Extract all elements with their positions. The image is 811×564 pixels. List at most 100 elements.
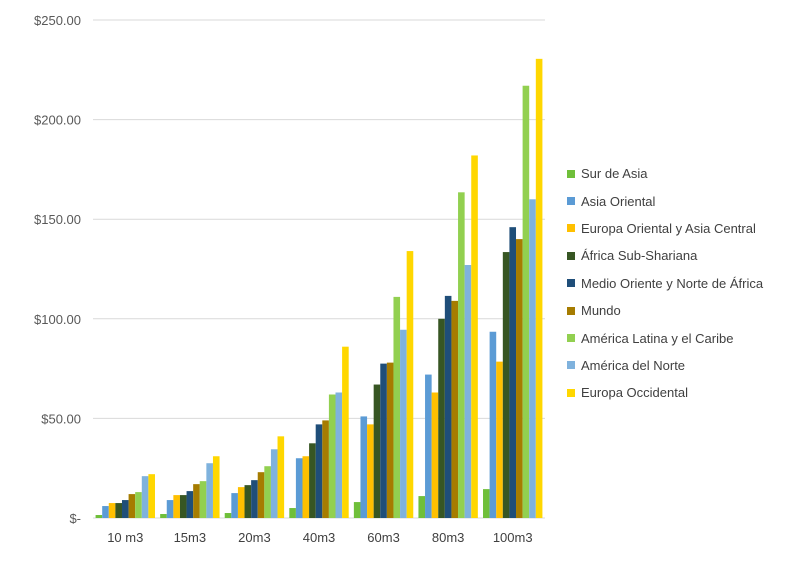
bar xyxy=(166,500,174,518)
y-tick-label: $100.00 xyxy=(34,312,81,327)
y-tick-label: $50.00 xyxy=(41,411,81,426)
bar xyxy=(489,331,497,518)
bar xyxy=(135,492,142,518)
bar xyxy=(393,296,401,518)
bar xyxy=(244,485,252,518)
bar xyxy=(360,416,368,518)
bar xyxy=(464,265,472,518)
legend-item: Asia Oriental xyxy=(567,187,807,214)
bar xyxy=(406,251,414,518)
legend-item: África Sub-Shariana xyxy=(567,242,807,269)
bar xyxy=(199,481,207,518)
bar xyxy=(335,392,343,518)
bar xyxy=(451,300,459,518)
legend-swatch xyxy=(567,334,575,343)
legend-item: Mundo xyxy=(567,297,807,324)
bar xyxy=(431,392,439,518)
bar xyxy=(206,463,213,518)
legend-swatch xyxy=(567,197,575,206)
x-category-label: 40m3 xyxy=(303,530,336,545)
bar xyxy=(522,85,530,519)
bar xyxy=(367,424,374,518)
x-category-label: 20m3 xyxy=(238,530,271,545)
bar xyxy=(179,495,187,518)
legend-item: Medio Oriente y Norte de África xyxy=(567,270,807,297)
x-category-label: 80m3 xyxy=(432,530,465,545)
legend-label: África Sub-Shariana xyxy=(581,248,698,264)
legend-label: Asia Oriental xyxy=(581,193,656,209)
bar xyxy=(193,484,200,518)
bar xyxy=(483,489,490,518)
bar xyxy=(121,500,129,518)
legend-swatch xyxy=(567,306,575,315)
legend-label: Mundo xyxy=(581,303,621,319)
x-category-label: 15m3 xyxy=(174,530,207,545)
bar xyxy=(438,318,445,518)
legend-label: Medio Oriente y Norte de África xyxy=(581,275,764,291)
y-tick-label: $200.00 xyxy=(34,113,81,128)
bar xyxy=(309,443,316,518)
y-tick-label: $250.00 xyxy=(34,13,81,28)
bar xyxy=(444,295,452,518)
bar xyxy=(295,458,303,518)
bar xyxy=(95,515,103,518)
bar xyxy=(257,472,265,518)
bar xyxy=(315,424,323,518)
bar xyxy=(380,363,387,518)
legend-swatch xyxy=(567,388,575,397)
bar xyxy=(386,362,394,518)
legend-item: Sur de Asia xyxy=(567,160,807,187)
legend-swatch xyxy=(567,361,575,370)
bar xyxy=(516,239,523,518)
x-axis-labels: 10 m3 15m3 20m3 40m3 60m3 80m3 100m3 xyxy=(107,530,532,545)
bar xyxy=(186,491,194,518)
bar xyxy=(342,346,349,518)
bar xyxy=(160,514,167,518)
legend-item: América Latina y el Caribe xyxy=(567,324,807,351)
legend-label: Europa Occidental xyxy=(581,385,688,401)
bar xyxy=(502,252,510,518)
bar xyxy=(529,199,536,518)
bar xyxy=(496,361,503,518)
legend-item: Europa Oriental y Asia Central xyxy=(567,215,807,242)
legend-item: América del Norte xyxy=(567,352,807,379)
bar xyxy=(237,487,245,518)
x-category-label: 100m3 xyxy=(493,530,533,545)
bar xyxy=(373,384,381,518)
bar xyxy=(224,513,232,518)
bar xyxy=(302,456,310,518)
legend-swatch xyxy=(567,279,575,288)
bar xyxy=(509,227,517,518)
legend-item: Europa Occidental xyxy=(567,379,807,406)
bar xyxy=(115,503,122,518)
bar xyxy=(128,494,136,518)
legend-swatch xyxy=(567,251,575,260)
bar xyxy=(270,449,278,518)
y-tick-label: $150.00 xyxy=(34,212,81,227)
legend-label: Europa Oriental y Asia Central xyxy=(581,220,756,236)
y-axis-ticks: $- $50.00 $100.00 $150.00 $200.00 $250.00 xyxy=(34,13,81,526)
legend-label: Sur de Asia xyxy=(581,166,648,182)
bar xyxy=(322,420,329,518)
bar xyxy=(231,493,238,518)
bar xyxy=(251,480,258,518)
bar xyxy=(418,496,426,518)
legend: Sur de Asia Asia Oriental Europa Oriental … xyxy=(567,160,807,407)
bar xyxy=(471,155,478,518)
bar xyxy=(535,58,543,519)
x-category-label: 60m3 xyxy=(367,530,400,545)
bar xyxy=(102,506,109,518)
bars xyxy=(95,58,543,519)
bar xyxy=(148,474,155,518)
x-category-label: 10 m3 xyxy=(107,530,143,545)
bar xyxy=(212,456,220,518)
legend-label: América Latina y el Caribe xyxy=(581,330,734,346)
bar xyxy=(353,502,361,518)
legend-swatch xyxy=(567,224,575,233)
bar xyxy=(425,374,432,518)
y-tick-label: $- xyxy=(69,511,81,526)
legend-swatch xyxy=(567,169,575,178)
bar xyxy=(141,476,149,518)
bar xyxy=(173,495,180,518)
bar xyxy=(328,394,336,518)
